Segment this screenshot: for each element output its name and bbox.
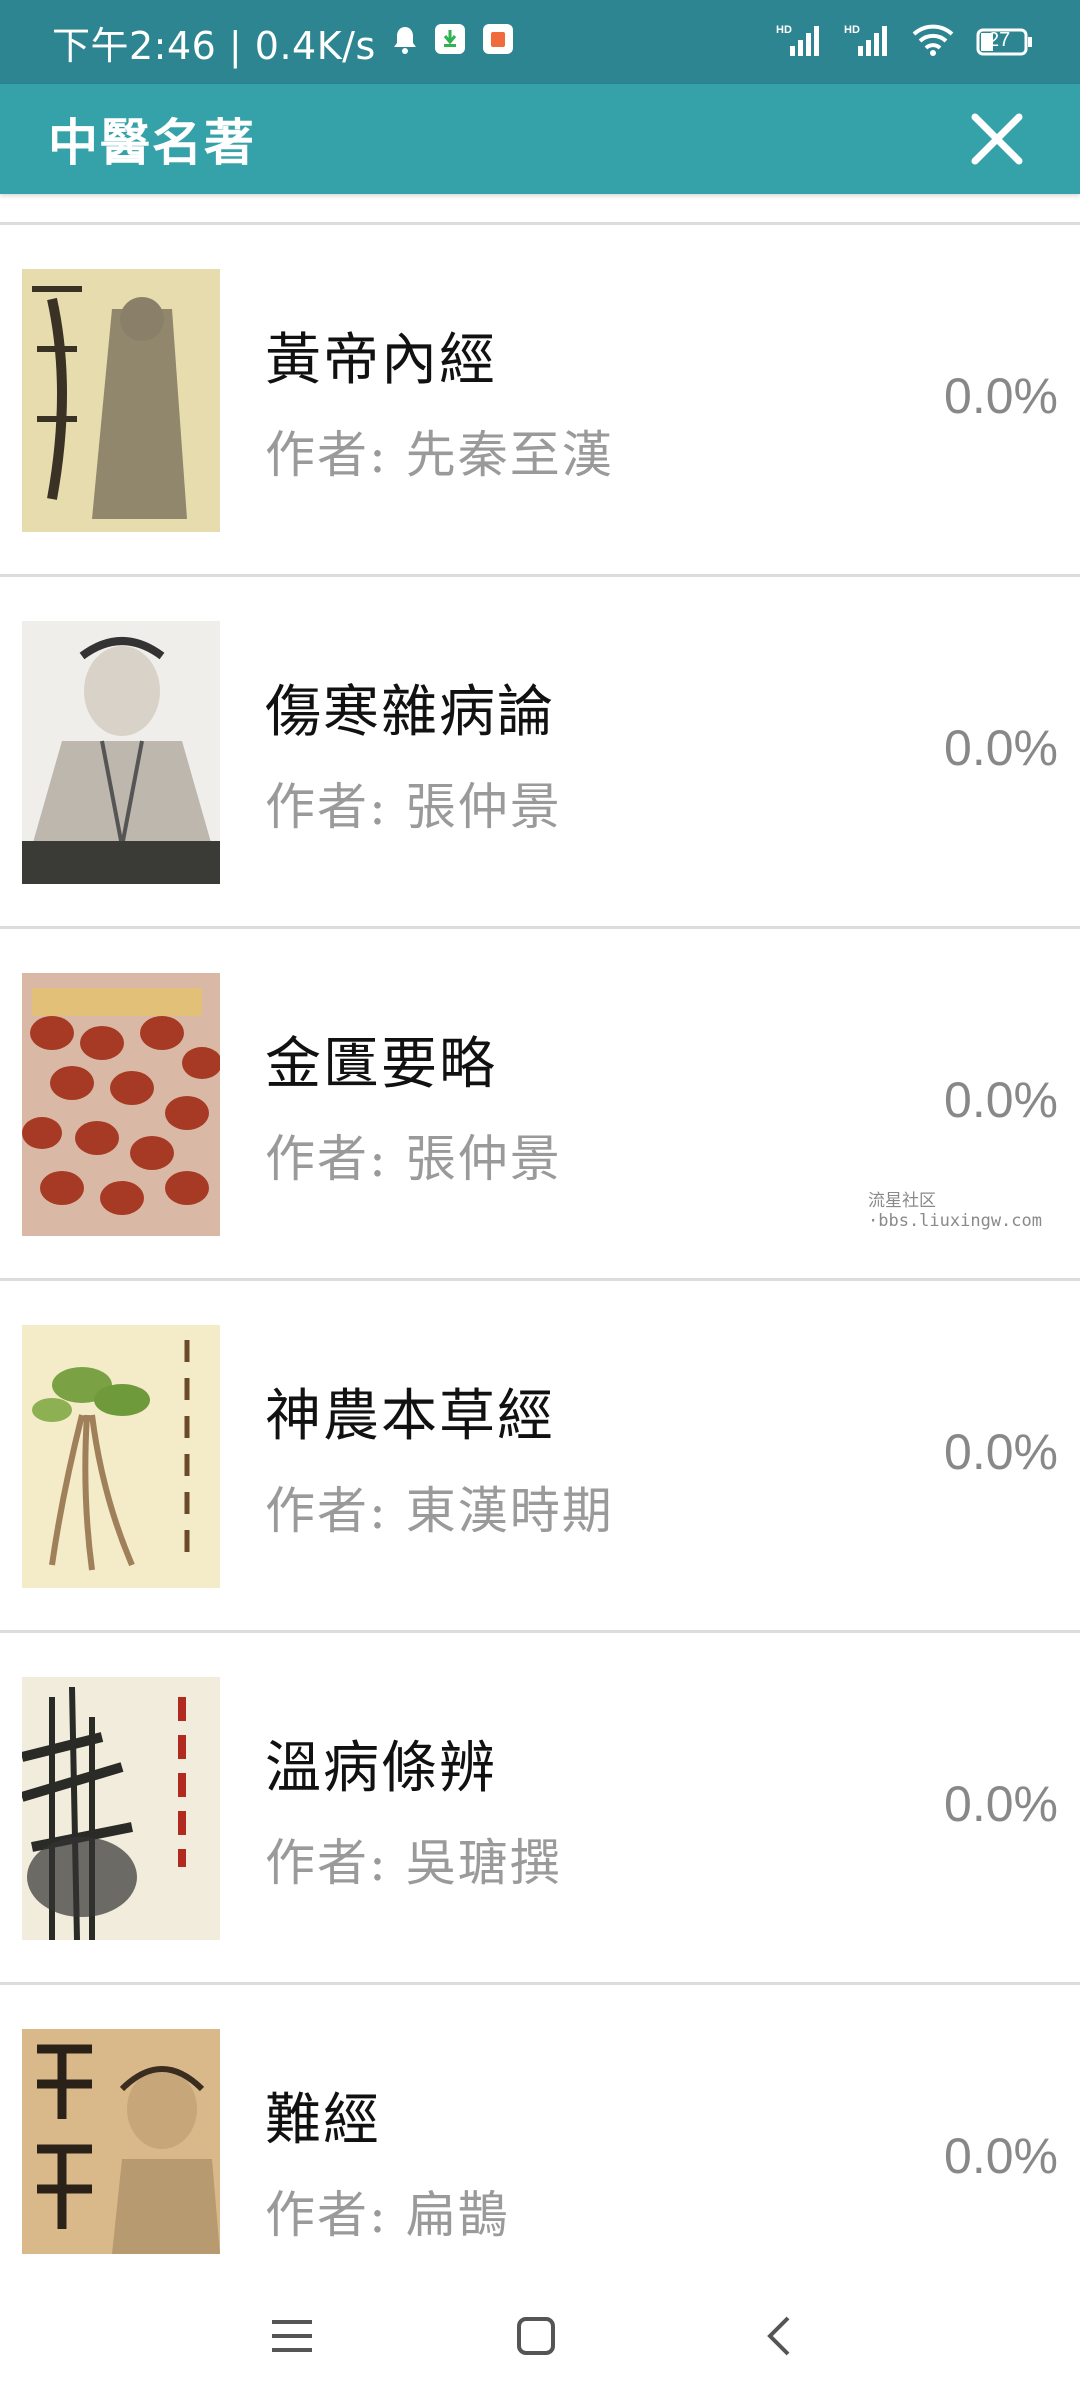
- app-bar: 中醫名著: [0, 84, 1080, 194]
- book-cover: [22, 2029, 220, 2254]
- system-nav-bar: [0, 2268, 1080, 2400]
- book-author: 作者: 張仲景: [265, 778, 562, 836]
- book-cover: [22, 1325, 220, 1588]
- book-title: 溫病條辨: [265, 1736, 497, 1801]
- menu-icon: [272, 2320, 312, 2352]
- battery-level: 27: [988, 29, 1011, 51]
- svg-text:HD: HD: [776, 24, 792, 36]
- book-author: 作者: 吳瑭撰: [265, 1834, 562, 1892]
- book-progress: 0.0%: [944, 1776, 1058, 1832]
- book-progress: 0.0%: [944, 2128, 1058, 2184]
- book-cover: [22, 973, 220, 1236]
- book-row-shennong-bencao[interactable]: 神農本草經 作者: 東漢時期 0.0%: [0, 1278, 1080, 1630]
- book-progress: 0.0%: [944, 368, 1058, 424]
- close-icon: [971, 113, 1023, 165]
- battery-icon: 27: [976, 27, 1034, 57]
- signal-icon-2: HD: [844, 22, 890, 62]
- book-row-huangdi-neijing[interactable]: 黃帝內經 作者: 先秦至漢 0.0%: [0, 222, 1080, 574]
- book-progress: 0.0%: [944, 720, 1058, 776]
- page-title: 中醫名著: [48, 114, 256, 172]
- book-title: 難經: [265, 2088, 381, 2153]
- watermark: 流星社区·bbs.liuxingw.com: [868, 1191, 1042, 1231]
- menu-button[interactable]: [262, 2306, 322, 2366]
- status-time-speed: 下午2:46 | 0.4K/s: [52, 23, 376, 68]
- home-icon: [517, 2317, 555, 2355]
- book-row-shanghan-zabinglun[interactable]: 傷寒雜病論 作者: 張仲景 0.0%: [0, 574, 1080, 926]
- book-author: 作者: 東漢時期: [265, 1482, 614, 1540]
- back-button[interactable]: [750, 2306, 810, 2366]
- status-bar: 下午2:46 | 0.4K/s HD HD 27: [0, 0, 1080, 84]
- book-progress: 0.0%: [944, 1424, 1058, 1480]
- download-app-icon: [434, 20, 466, 64]
- orange-app-icon: [482, 20, 514, 64]
- home-button[interactable]: [506, 2306, 566, 2366]
- signal-icon: HD: [776, 22, 822, 62]
- book-title: 黃帝內經: [265, 328, 497, 393]
- book-cover: [22, 1677, 220, 1940]
- bell-icon: [392, 20, 418, 64]
- status-right: HD HD 27: [776, 22, 1034, 62]
- book-title: 神農本草經: [265, 1384, 555, 1449]
- wifi-icon: [912, 23, 954, 61]
- book-title: 傷寒雜病論: [265, 680, 555, 745]
- book-author: 作者: 張仲景: [265, 1130, 562, 1188]
- book-list: 黃帝內經 作者: 先秦至漢 0.0% 傷寒雜病論 作者: 張仲景 0.0% 金匱…: [0, 222, 1080, 2334]
- book-cover: [22, 269, 220, 532]
- status-left: 下午2:46 | 0.4K/s: [52, 15, 514, 70]
- book-cover: [22, 621, 220, 884]
- svg-text:HD: HD: [844, 24, 860, 36]
- book-author: 作者: 先秦至漢: [265, 426, 614, 484]
- book-row-wenbing-tiaobian[interactable]: 溫病條辨 作者: 吳瑭撰 0.0%: [0, 1630, 1080, 1982]
- back-icon: [767, 2316, 790, 2356]
- book-progress: 0.0%: [944, 1072, 1058, 1128]
- book-title: 金匱要略: [265, 1032, 497, 1097]
- book-author: 作者: 扁鵲: [265, 2186, 510, 2244]
- close-button[interactable]: [962, 104, 1032, 174]
